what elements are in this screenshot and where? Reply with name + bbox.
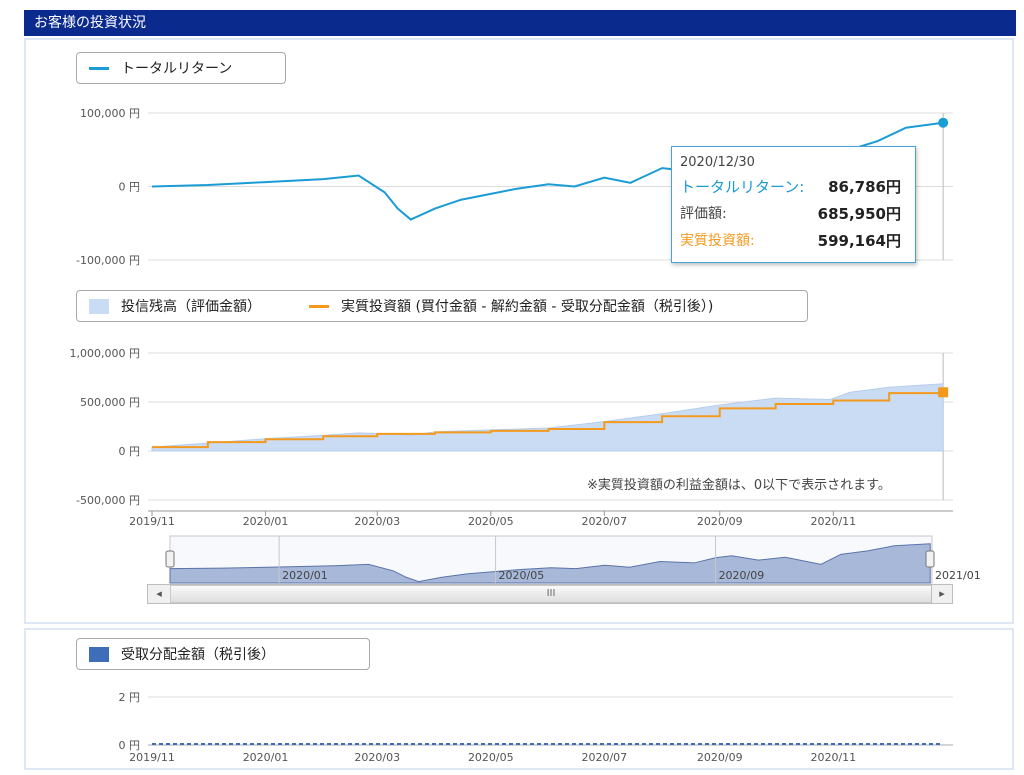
c2-xtick-label: 2020/01 xyxy=(243,515,289,528)
data-tooltip: 2020/12/30 トータルリターン: 86,786円 評価額: 685,95… xyxy=(671,146,916,263)
charts-svg: 100,000 円 0 円 -100,000 円 1,000,000 円 500,000… xyxy=(70,107,981,764)
navigator-label: 2020/09 xyxy=(719,569,765,582)
c2-xtick-label: 2020/05 xyxy=(468,515,514,528)
tooltip-valuation-value: 685,950円 xyxy=(817,204,901,223)
tooltip-invest-value: 599,164円 xyxy=(817,231,901,250)
navigator-label: 2020/01 xyxy=(282,569,328,582)
scroll-thumb[interactable]: III xyxy=(170,585,932,603)
c2-xtick-label: 2020/11 xyxy=(810,515,856,528)
c2-ytick-label: 0 円 xyxy=(119,445,141,458)
c2-xtick-label: 2020/07 xyxy=(581,515,627,528)
c3-xtick-label: 2020/01 xyxy=(243,751,289,764)
c3-xtick-label: 2020/11 xyxy=(810,751,856,764)
navigator-handle xyxy=(925,550,935,568)
tooltip-date: 2020/12/30 xyxy=(680,155,755,170)
c2-ytick-label: -500,000 円 xyxy=(76,494,140,507)
tooltip-valuation-label: 評価額: xyxy=(680,206,727,222)
tooltip-total-return-value: 86,786円 xyxy=(828,177,901,196)
c3-xtick-label: 2020/07 xyxy=(581,751,627,764)
c2-ytick-label: 500,000 円 xyxy=(80,396,140,409)
balance-area xyxy=(151,383,944,452)
c2-xtick-label: 2019/11 xyxy=(129,515,175,528)
scroll-right-button[interactable]: ▸ xyxy=(931,585,952,603)
navigator-scrollbar[interactable]: ◂ III ▸ xyxy=(147,584,953,604)
c3-ytick-label: 2 円 xyxy=(119,691,141,704)
c1-ytick-label: 100,000 円 xyxy=(80,107,140,120)
tooltip-invest-label: 実質投資額: xyxy=(680,233,755,249)
c3-xtick-label: 2020/05 xyxy=(468,751,514,764)
navigator-label: 2021/01 xyxy=(935,569,981,582)
navigator-handle xyxy=(165,550,175,568)
tooltip-total-return-label: トータルリターン: xyxy=(680,177,805,196)
note-text: ※実質投資額の利益金額は、0以下で表示されます。 xyxy=(587,478,891,493)
c2-xtick-label: 2020/03 xyxy=(354,515,400,528)
invest-marker xyxy=(938,387,949,398)
total-return-marker xyxy=(938,117,949,128)
c3-xtick-label: 2020/03 xyxy=(354,751,400,764)
navigator-label: 2020/05 xyxy=(499,569,545,582)
scroll-left-button[interactable]: ◂ xyxy=(148,585,171,603)
c2-xtick-label: 2020/09 xyxy=(697,515,743,528)
c2-ytick-label: 1,000,000 円 xyxy=(70,347,140,360)
c3-xtick-label: 2020/09 xyxy=(697,751,743,764)
c1-ytick-label: 0 円 xyxy=(119,181,141,194)
c1-ytick-label: -100,000 円 xyxy=(76,254,140,267)
c3-xtick-label: 2019/11 xyxy=(129,751,175,764)
